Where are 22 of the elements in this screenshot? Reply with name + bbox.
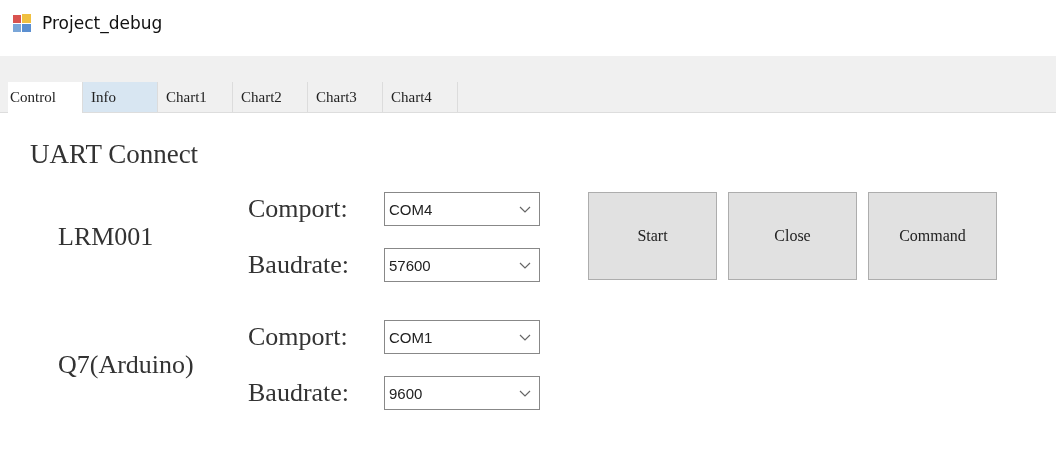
chevron-down-icon (519, 389, 531, 397)
window-title: Project_debug (42, 13, 163, 33)
tab[interactable]: Control (8, 82, 83, 113)
dropdown[interactable]: 9600 (384, 376, 540, 410)
field-label: Comport: (248, 194, 349, 224)
chevron-down-icon (519, 261, 531, 269)
dropdown[interactable]: COM4 (384, 192, 540, 226)
section-title: UART Connect (30, 139, 200, 170)
action-button[interactable]: Start (588, 192, 717, 280)
dropdown[interactable]: 57600 (384, 248, 540, 282)
chevron-down-icon (519, 205, 531, 213)
tab[interactable]: Info (83, 82, 158, 112)
field-label: Comport: (248, 322, 349, 352)
device-name: LRM001 (57, 222, 155, 252)
app-icon (12, 13, 32, 33)
chevron-down-icon (519, 333, 531, 341)
action-button[interactable]: Command (868, 192, 997, 280)
field-label: Baudrate: (248, 378, 351, 408)
dropdown[interactable]: COM1 (384, 320, 540, 354)
action-button[interactable]: Close (728, 192, 857, 280)
field-label: Baudrate: (248, 250, 351, 280)
device-name: Q7(Arduino) (57, 350, 195, 380)
